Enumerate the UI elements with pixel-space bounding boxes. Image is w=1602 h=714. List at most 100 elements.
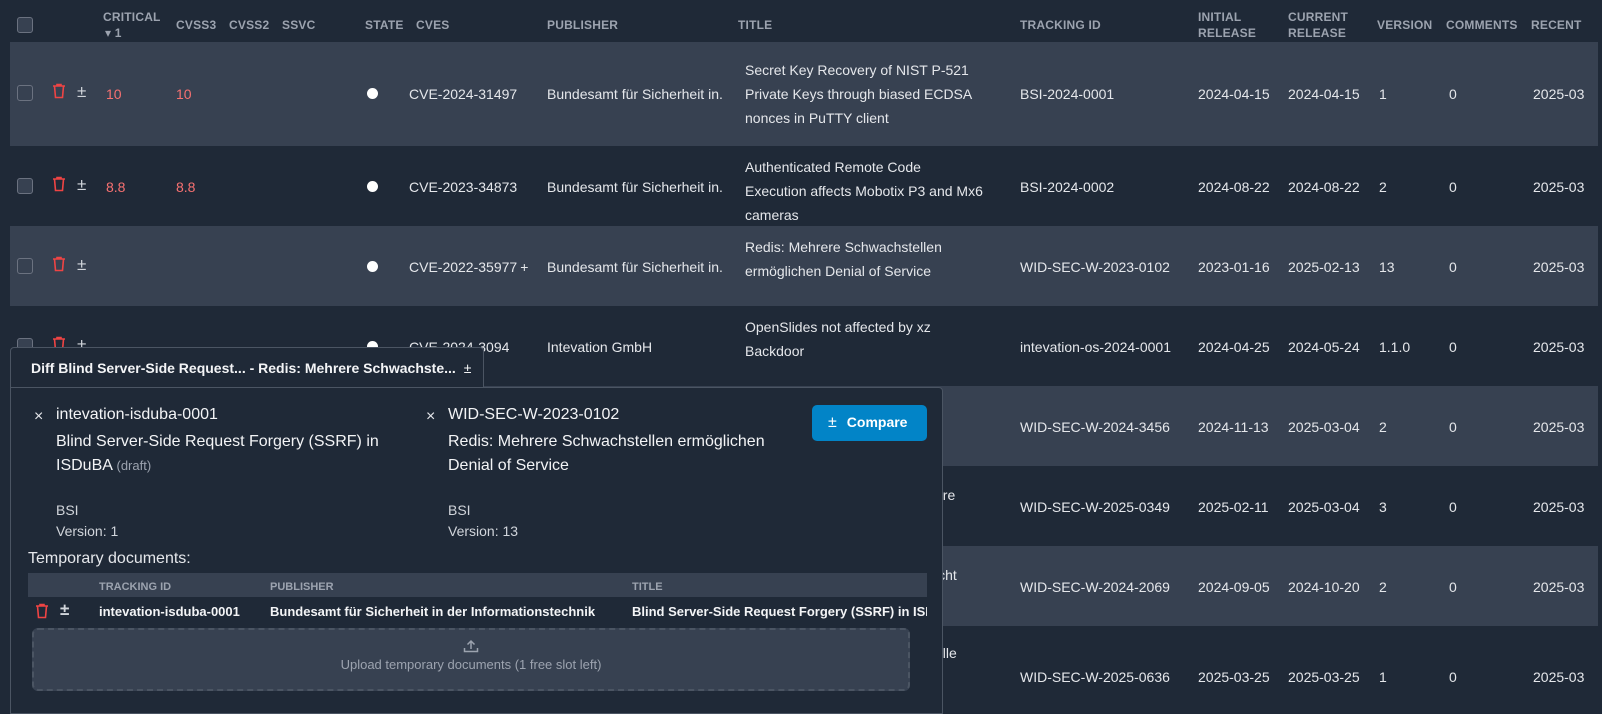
column-cvss2[interactable]: CVSS2 (229, 17, 269, 33)
publisher-value: Bundesamt für Sicherheit in. (547, 179, 723, 195)
temp-column-publisher: PUBLISHER (270, 581, 334, 593)
current-release-value: 2024-10-20 (1288, 579, 1360, 595)
comments-value: 0 (1449, 86, 1457, 102)
tracking-id-value: WID-SEC-W-2025-0349 (1020, 499, 1170, 515)
critical-value: 8.8 (106, 179, 126, 195)
title-value[interactable]: Authenticated Remote Code Execution affe… (745, 155, 985, 227)
column-recent[interactable]: RECENT (1531, 17, 1582, 33)
plus-minus-icon[interactable]: ± (77, 176, 86, 193)
current-release-value: 2025-03-04 (1288, 499, 1360, 515)
column-tracking-id[interactable]: TRACKING ID (1020, 17, 1101, 33)
right-publisher: BSI (448, 502, 471, 518)
tracking-id-value: WID-SEC-W-2024-3456 (1020, 419, 1170, 435)
diff-tab[interactable]: Diff Blind Server-Side Request... - Redi… (10, 347, 484, 388)
critical-value: 10 (106, 86, 122, 102)
row-checkbox[interactable] (17, 85, 33, 101)
table-row[interactable]: ± 8.8 8.8 CVE-2023-34873 Bundesamt für S… (10, 146, 1598, 226)
cve-value: CVE-2023-34873 (409, 179, 517, 195)
plus-minus-icon[interactable]: ± (60, 601, 69, 618)
temp-column-title: TITLE (632, 581, 663, 593)
plus-minus-icon[interactable]: ± (77, 256, 86, 273)
row-checkbox[interactable] (17, 178, 33, 194)
recent-value: 2025-03 (1533, 339, 1585, 355)
comments-value: 0 (1449, 419, 1457, 435)
version-value: 3 (1379, 499, 1387, 515)
column-title[interactable]: TITLE (738, 17, 772, 33)
upload-dropzone[interactable]: Upload temporary documents (1 free slot … (32, 628, 910, 691)
publisher-value: Bundesamt für Sicherheit in. (547, 86, 723, 102)
publisher-value: Bundesamt für Sicherheit in. (547, 259, 723, 275)
column-current-release[interactable]: CURRENT RELEASE (1288, 9, 1348, 41)
tracking-id-value: BSI-2024-0002 (1020, 179, 1115, 195)
current-release-value: 2024-05-24 (1288, 339, 1360, 355)
compare-button-label: Compare (846, 414, 908, 430)
column-critical[interactable]: CRITICAL ▾ 1 (103, 9, 161, 41)
title-value[interactable]: Secret Key Recovery of NIST P-521 Privat… (745, 58, 985, 130)
row-checkbox[interactable] (17, 258, 33, 274)
cvss3-value: 10 (176, 86, 192, 102)
temp-title: Blind Server-Side Request Forgery (SSRF)… (632, 604, 927, 619)
tracking-id-value: WID-SEC-W-2025-0636 (1020, 669, 1170, 685)
diff-panel: × intevation-isduba-0001 Blind Server-Si… (10, 387, 943, 714)
column-initial-release-line1: INITIAL (1198, 10, 1242, 24)
new-state-dot-icon (367, 88, 378, 99)
column-ssvc[interactable]: SSVC (282, 17, 315, 33)
initial-release-value: 2024-11-13 (1198, 419, 1269, 435)
comments-value: 0 (1449, 179, 1457, 195)
select-all-checkbox[interactable] (17, 17, 33, 33)
column-cvss3[interactable]: CVSS3 (176, 17, 216, 33)
plus-minus-icon: ± (828, 414, 837, 431)
temporary-documents-table: TRACKING ID PUBLISHER TITLE ± intevation… (28, 573, 927, 627)
title-value[interactable]: Redis: Mehrere Schwachstellen ermögliche… (745, 235, 985, 283)
publisher-value: Intevation GmbH (547, 339, 653, 355)
current-release-value: 2024-08-22 (1288, 179, 1360, 195)
current-release-value: 2024-04-15 (1288, 86, 1360, 102)
initial-release-value: 2024-08-22 (1198, 179, 1270, 195)
cve-id: CVE-2024-31497 (409, 86, 518, 102)
trash-icon[interactable] (52, 256, 66, 272)
column-critical-label: CRITICAL (103, 10, 161, 24)
recent-value: 2025-03 (1533, 259, 1585, 275)
right-title: Redis: Mehrere Schwachstellen ermögliche… (448, 433, 765, 474)
compare-button[interactable]: ± Compare (812, 405, 927, 441)
more-cves-toggle[interactable]: + (520, 259, 528, 275)
cve-id: CVE-2023-34873 (409, 179, 518, 195)
table-row[interactable]: ± CVE-2022-35977 + Bundesamt für Sicherhe… (10, 226, 1598, 306)
close-icon[interactable]: × (426, 408, 435, 426)
column-version[interactable]: VERSION (1377, 17, 1432, 33)
right-version: Version: 13 (448, 523, 519, 539)
plus-minus-icon[interactable]: ± (77, 83, 86, 100)
column-cves[interactable]: CVES (416, 17, 449, 33)
close-icon[interactable]: × (34, 408, 43, 426)
comments-value: 0 (1449, 579, 1457, 595)
version-value: 1 (1379, 669, 1387, 685)
temp-publisher: Bundesamt für Sicherheit in der Informat… (270, 604, 596, 619)
temp-table-header: TRACKING ID PUBLISHER TITLE (28, 573, 927, 597)
column-publisher[interactable]: PUBLISHER (547, 17, 618, 33)
current-release-value: 2025-03-25 (1288, 669, 1360, 685)
trash-icon[interactable] (52, 83, 66, 99)
plus-minus-icon[interactable]: ± (464, 360, 472, 376)
cvss3-value: 8.8 (176, 179, 196, 195)
trash-icon[interactable] (35, 603, 49, 619)
column-current-release-line1: CURRENT (1288, 10, 1349, 24)
recent-value: 2025-03 (1533, 179, 1585, 195)
comments-value: 0 (1449, 259, 1457, 275)
table-row[interactable]: ± intevation-isduba-0001 Bundesamt für S… (28, 597, 927, 625)
initial-release-value: 2023-01-16 (1198, 259, 1270, 275)
temp-tracking-id: intevation-isduba-0001 (99, 604, 240, 619)
column-state[interactable]: STATE (365, 17, 404, 33)
sort-indicator: ▾ 1 (105, 26, 122, 40)
trash-icon[interactable] (52, 176, 66, 192)
table-row[interactable]: ± 10 10 CVE-2024-31497 Bundesamt für Sic… (10, 42, 1598, 146)
column-comments[interactable]: COMMENTS (1446, 17, 1518, 33)
diff-tab-label: Diff Blind Server-Side Request... - Redi… (31, 360, 456, 376)
cve-value: CVE-2024-31497 (409, 86, 517, 102)
title-value[interactable]: OpenSlides not affected by xz Backdoor (745, 315, 985, 363)
right-tracking-id: WID-SEC-W-2023-0102 (448, 406, 620, 423)
column-initial-release[interactable]: INITIAL RELEASE (1198, 9, 1256, 41)
comments-value: 0 (1449, 339, 1457, 355)
cve-value: CVE-2022-35977 + (409, 259, 528, 275)
recent-value: 2025-03 (1533, 86, 1585, 102)
initial-release-value: 2025-02-11 (1198, 499, 1269, 515)
